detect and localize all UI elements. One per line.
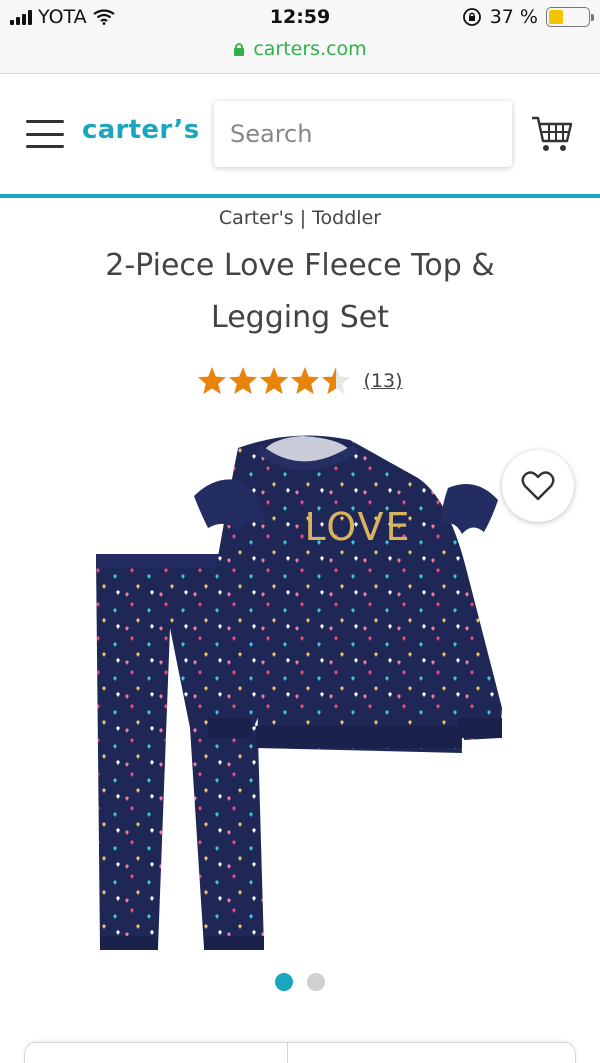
site-header: carter’s bbox=[0, 74, 600, 198]
heart-icon bbox=[521, 471, 555, 501]
search-bar bbox=[214, 101, 512, 167]
star-icon bbox=[260, 367, 289, 394]
rating-stars bbox=[197, 366, 351, 396]
status-bar: YOTA 12:59 37 % carters.com bbox=[0, 0, 600, 74]
menu-icon[interactable] bbox=[26, 120, 64, 148]
gallery-dot[interactable] bbox=[275, 973, 293, 991]
rating-row[interactable]: (13) bbox=[0, 366, 600, 396]
star-icon bbox=[229, 367, 258, 394]
favorite-button[interactable] bbox=[502, 450, 574, 522]
star-icon bbox=[291, 367, 320, 394]
battery-icon bbox=[546, 7, 594, 27]
product-photo: LOVE bbox=[96, 435, 502, 950]
url-bar[interactable]: carters.com bbox=[0, 38, 600, 60]
product-title: 2-Piece Love Fleece Top & Legging Set bbox=[105, 248, 495, 335]
cart-icon bbox=[532, 116, 573, 151]
gallery-dot[interactable] bbox=[307, 973, 325, 991]
product-image[interactable]: LOVE bbox=[88, 428, 518, 968]
bottom-panel bbox=[24, 1042, 576, 1063]
breadcrumb[interactable]: Carter's | Toddler bbox=[0, 207, 600, 229]
battery-percent: 37 % bbox=[489, 6, 538, 28]
lock-icon bbox=[234, 42, 245, 56]
cart-button[interactable] bbox=[530, 114, 574, 158]
fleece-top: LOVE bbox=[194, 435, 502, 753]
review-count-link[interactable]: (13) bbox=[363, 370, 402, 392]
status-right: 37 % bbox=[462, 6, 594, 28]
star-icon bbox=[322, 367, 351, 394]
carters-logo[interactable]: carter’s bbox=[82, 115, 200, 145]
star-icon bbox=[198, 367, 227, 394]
gallery-pagination bbox=[0, 973, 600, 991]
search-input[interactable] bbox=[214, 101, 512, 167]
url-text: carters.com bbox=[253, 38, 367, 60]
shirt-love-text: LOVE bbox=[304, 505, 411, 549]
orientation-lock-icon bbox=[462, 8, 481, 26]
